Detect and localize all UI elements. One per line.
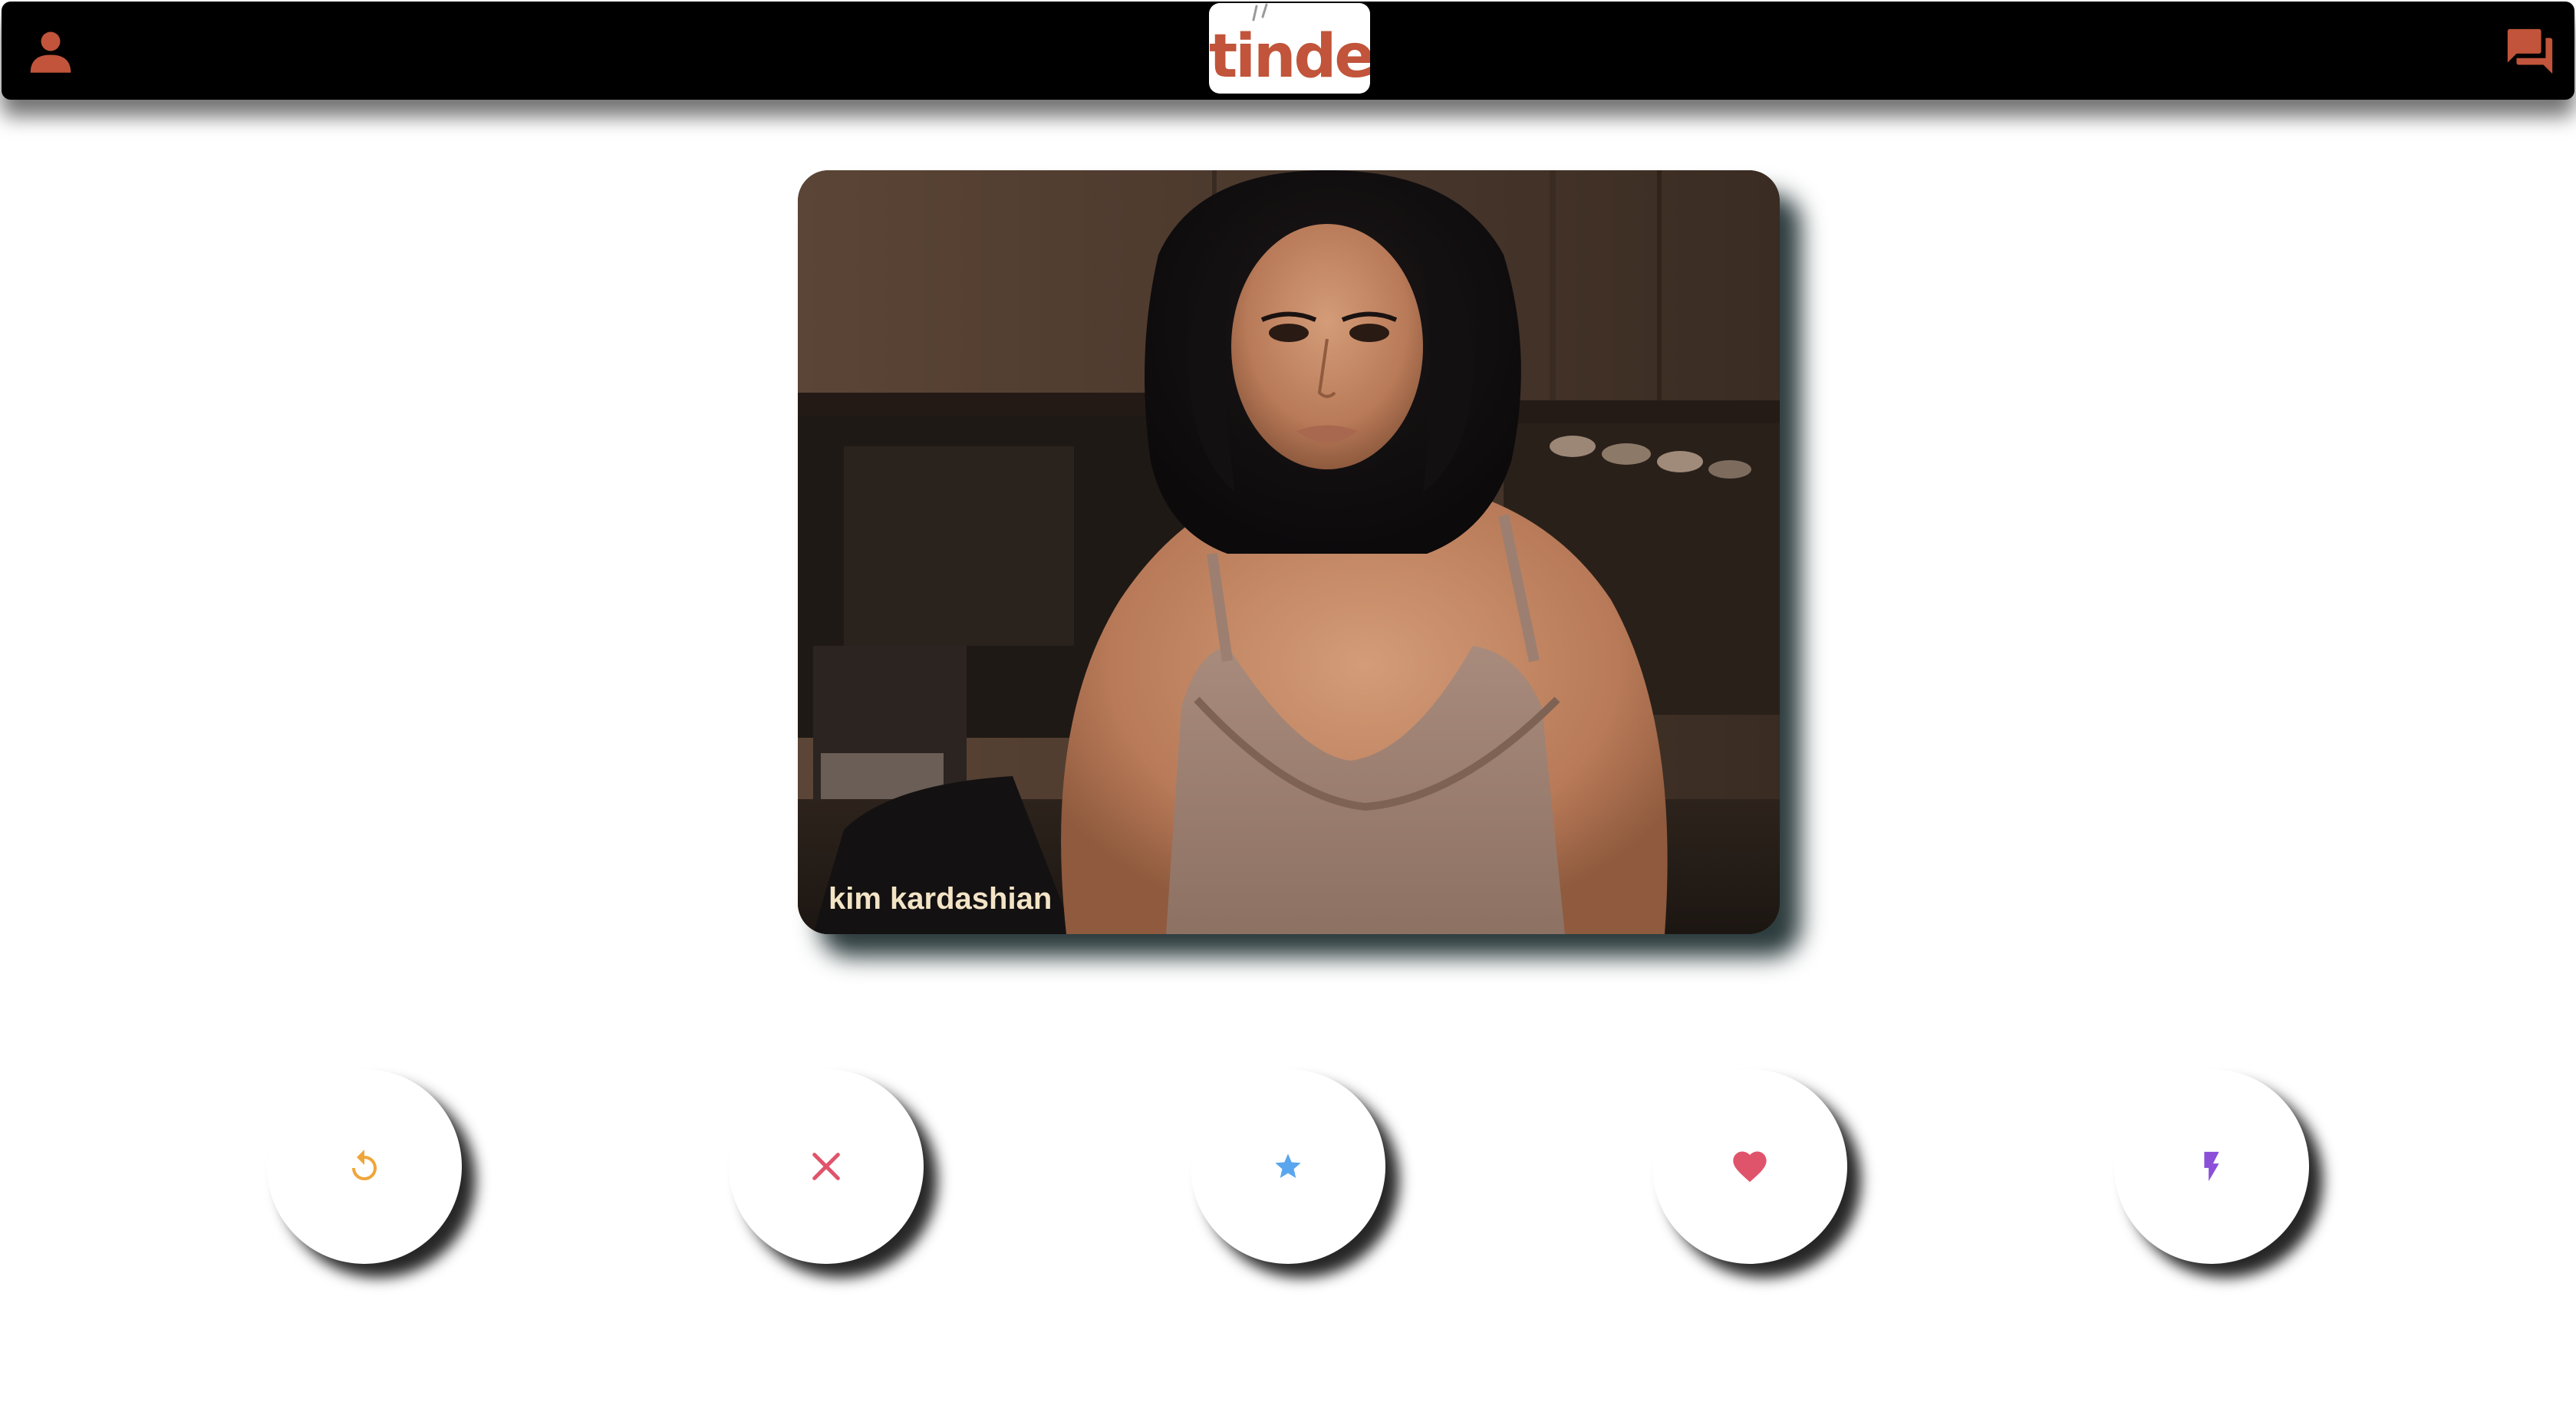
- heart-icon: [1733, 1151, 1767, 1183]
- nope-button[interactable]: [729, 1069, 924, 1264]
- lightning-icon: [2204, 1151, 2219, 1182]
- forum-icon: [2507, 28, 2553, 74]
- profile-card[interactable]: kim kardashian: [798, 170, 1780, 934]
- superlike-button[interactable]: [1191, 1069, 1385, 1264]
- boost-button[interactable]: [2114, 1069, 2309, 1264]
- like-button[interactable]: [1652, 1069, 1847, 1264]
- close-icon: [812, 1153, 840, 1180]
- person-icon: [30, 31, 71, 73]
- profile-button[interactable]: [21, 21, 80, 80]
- undo-button[interactable]: [267, 1069, 462, 1264]
- profile-photo: [798, 170, 1780, 934]
- logo-text: tinder: [1209, 22, 1370, 91]
- star-icon: [1275, 1153, 1301, 1178]
- profile-name: kim kardashian: [828, 882, 1052, 916]
- tinder-logo[interactable]: tinder: [1209, 3, 1370, 94]
- messages-button[interactable]: [2493, 17, 2567, 86]
- undo-icon: [352, 1150, 377, 1180]
- app-header: tinder: [2, 2, 2574, 100]
